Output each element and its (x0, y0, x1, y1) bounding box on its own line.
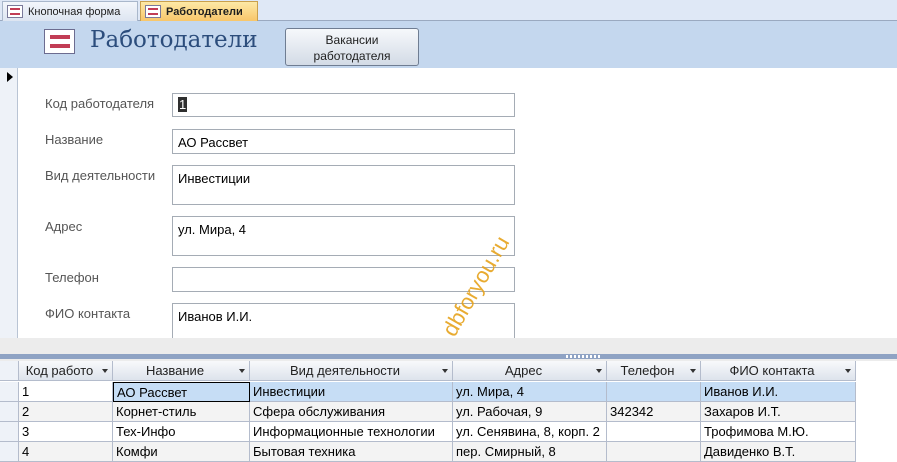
form-icon (145, 5, 161, 18)
tab-label: Работодатели (166, 5, 243, 18)
table-cell[interactable]: ул. Сенявина, 8, корп. 2 (453, 422, 607, 442)
column-header-contact[interactable]: ФИО контакта (701, 361, 856, 381)
column-header-activity[interactable]: Вид деятельности (250, 361, 453, 381)
table-row[interactable]: 2 Корнет-стиль Сфера обслуживания ул. Ра… (0, 402, 897, 422)
table-cell[interactable]: Захаров И.Т. (701, 402, 856, 422)
table-cell[interactable]: Информационные технологии (250, 422, 453, 442)
table-cell[interactable]: Корнет-стиль (113, 402, 250, 422)
splitter-grip-icon[interactable] (566, 355, 602, 358)
address-label: Адрес (45, 219, 83, 234)
address-field[interactable]: ул. Мира, 4 (172, 216, 515, 256)
form-icon (44, 29, 75, 54)
column-dropdown-icon[interactable] (690, 369, 696, 373)
table-cell[interactable]: Комфи (113, 442, 250, 462)
document-tab-strip: Кнопочная форма Работодатели (0, 0, 897, 21)
record-selector[interactable] (0, 68, 18, 338)
table-cell[interactable]: Бытовая техника (250, 442, 453, 462)
column-header-id[interactable]: Код работо (19, 361, 113, 381)
page-title: Работодатели (90, 27, 258, 53)
table-cell[interactable] (607, 382, 701, 402)
row-selector[interactable] (0, 382, 19, 402)
button-label-line1: Вакансии (325, 33, 379, 47)
employer-id-label: Код работодателя (45, 96, 155, 111)
contact-name-label: ФИО контакта (45, 306, 131, 321)
phone-label: Телефон (45, 270, 99, 285)
table-cell[interactable]: 1 (19, 382, 113, 402)
button-label-line2: работодателя (313, 49, 391, 63)
table-cell[interactable]: пер. Смирный, 8 (453, 442, 607, 462)
table-cell[interactable]: 4 (19, 442, 113, 462)
name-label: Название (45, 132, 104, 147)
select-all-corner[interactable] (0, 361, 19, 381)
table-cell[interactable]: Инвестиции (250, 382, 453, 402)
table-row[interactable]: 3 Тех-Инфо Информационные технологии ул.… (0, 422, 897, 442)
table-cell[interactable]: Иванов И.И. (701, 382, 856, 402)
table-cell[interactable]: 2 (19, 402, 113, 422)
activity-field[interactable]: Инвестиции (172, 165, 515, 205)
form-header: Работодатели Вакансии работодателя (0, 21, 897, 68)
table-row[interactable]: 1 АО Рассвет Инвестиции ул. Мира, 4 Иван… (0, 382, 897, 402)
employer-id-field[interactable]: 1 (172, 93, 515, 117)
form-detail-section: Код работодателя 1 Название АО Рассвет В… (19, 68, 897, 341)
form-icon (7, 5, 23, 18)
tab-employers[interactable]: Работодатели (140, 1, 258, 21)
table-cell[interactable]: АО Рассвет (113, 382, 250, 402)
column-dropdown-icon[interactable] (845, 369, 851, 373)
split-form-divider (0, 338, 897, 362)
splitter-bar[interactable] (0, 354, 897, 359)
table-cell[interactable]: 342342 (607, 402, 701, 422)
name-field[interactable]: АО Рассвет (172, 129, 515, 154)
table-cell[interactable]: Трофимова М.Ю. (701, 422, 856, 442)
table-cell[interactable]: Тех-Инфо (113, 422, 250, 442)
table-row[interactable]: 4 Комфи Бытовая техника пер. Смирный, 8 … (0, 442, 897, 462)
row-selector[interactable] (0, 402, 19, 422)
datasheet: Код работо Название Вид деятельности Адр… (0, 361, 897, 462)
table-cell[interactable]: Сфера обслуживания (250, 402, 453, 422)
row-selector[interactable] (0, 422, 19, 442)
employer-vacancies-button[interactable]: Вакансии работодателя (285, 28, 419, 66)
current-record-arrow-icon (7, 72, 13, 82)
row-selector[interactable] (0, 442, 19, 462)
activity-label: Вид деятельности (45, 168, 156, 183)
table-cell[interactable]: ул. Рабочая, 9 (453, 402, 607, 422)
table-cell[interactable] (607, 422, 701, 442)
column-header-address[interactable]: Адрес (453, 361, 607, 381)
column-dropdown-icon[interactable] (596, 369, 602, 373)
column-dropdown-icon[interactable] (239, 369, 245, 373)
tab-switchboard-form[interactable]: Кнопочная форма (2, 1, 138, 21)
column-header-name[interactable]: Название (113, 361, 250, 381)
employer-id-value: 1 (178, 97, 188, 112)
table-cell[interactable]: Давиденко В.Т. (701, 442, 856, 462)
datasheet-header-row: Код работо Название Вид деятельности Адр… (0, 361, 897, 381)
tab-label: Кнопочная форма (28, 5, 121, 18)
column-header-phone[interactable]: Телефон (607, 361, 701, 381)
column-dropdown-icon[interactable] (102, 369, 108, 373)
column-dropdown-icon[interactable] (442, 369, 448, 373)
table-cell[interactable]: ул. Мира, 4 (453, 382, 607, 402)
table-cell[interactable]: 3 (19, 422, 113, 442)
table-cell[interactable] (607, 442, 701, 462)
